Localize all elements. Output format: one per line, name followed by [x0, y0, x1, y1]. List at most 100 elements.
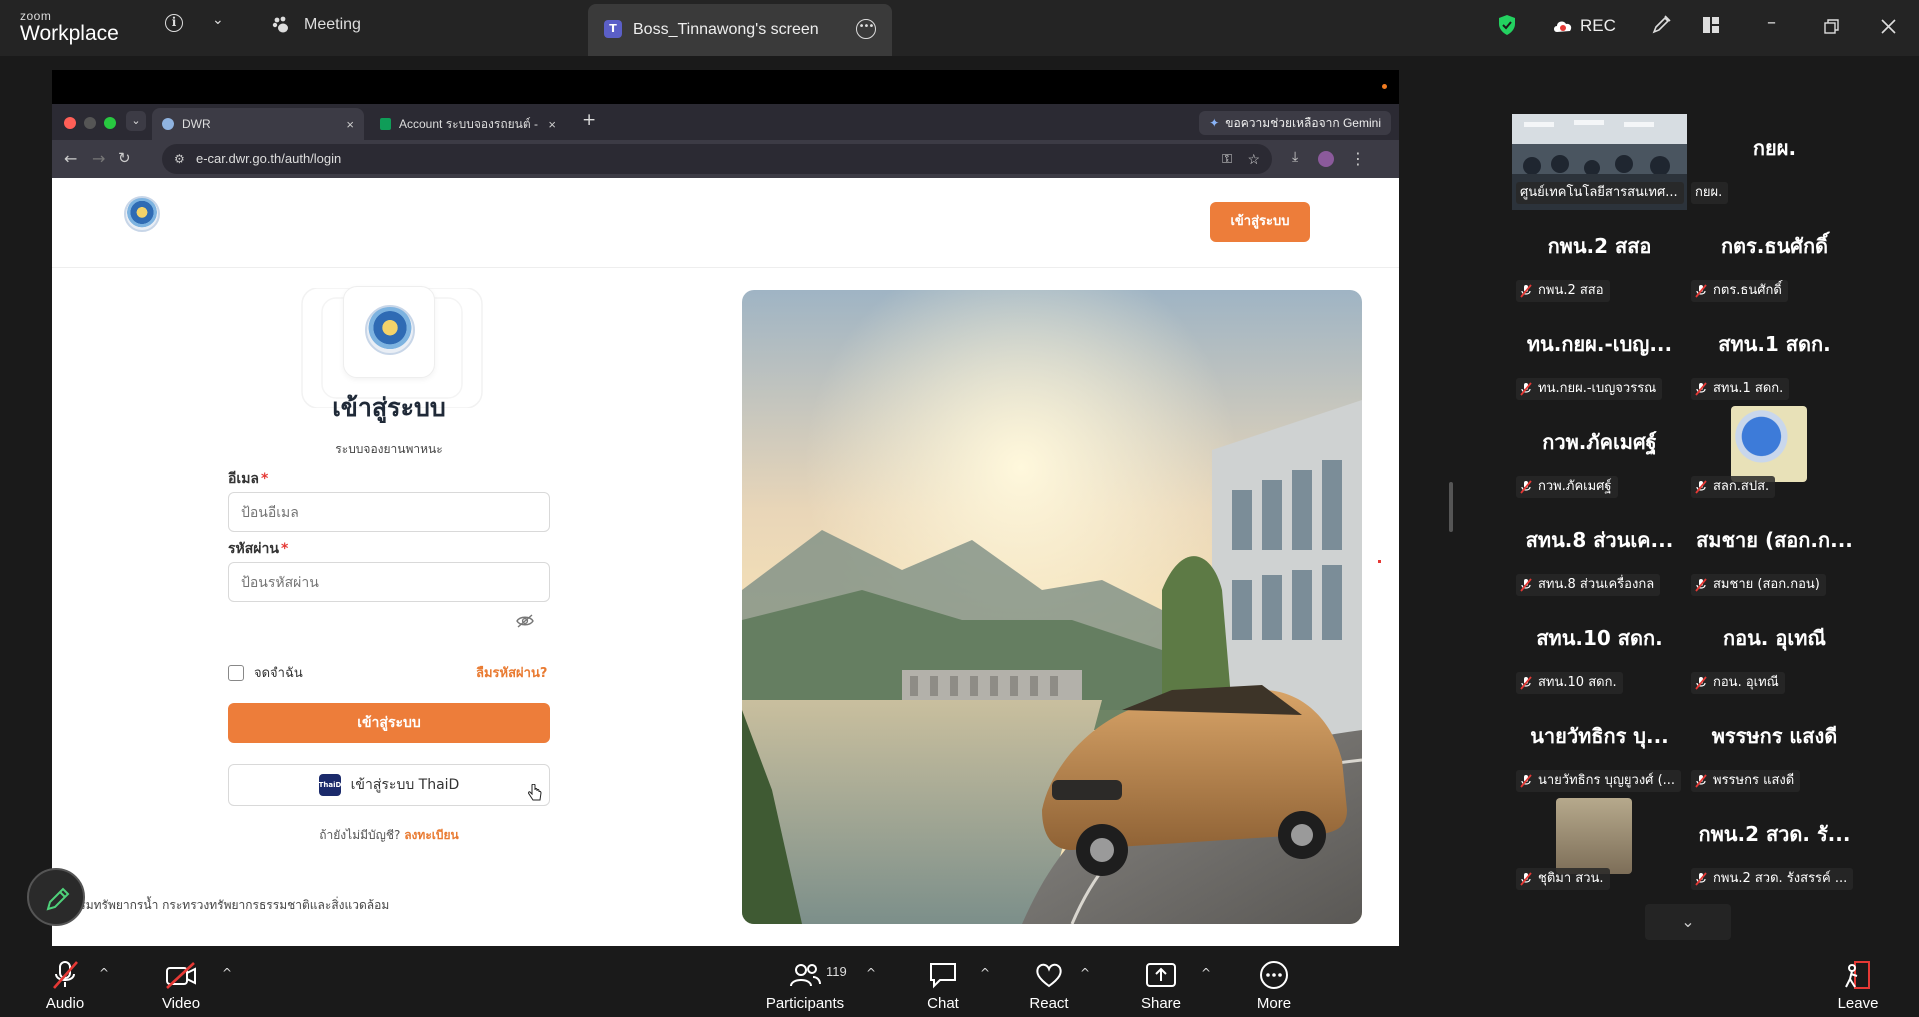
participant-display-name: สทน.10 สดก. [1536, 626, 1663, 650]
browser-toolbar: ← → ↻ ⚙ e-car.dwr.go.th/auth/login ⚿ ☆ ⤓… [52, 140, 1399, 178]
tab-search-chevron-icon[interactable]: ⌄ [126, 111, 146, 131]
audio-label: Audio [45, 995, 85, 1012]
login-submit-button[interactable]: เข้าสู่ระบบ [228, 703, 550, 743]
annotation-pencil-button[interactable] [27, 868, 85, 926]
hide-password-eye-icon[interactable] [516, 614, 534, 628]
participant-tile[interactable]: นายวัทธิกร บุ... นายวัทธิกร บุญยูวงศ์ (..… [1512, 702, 1687, 798]
close-window-dot[interactable] [64, 117, 76, 129]
logo-line-zoom: zoom [20, 9, 52, 23]
maximize-window-dot[interactable] [104, 117, 116, 129]
restore-window-icon[interactable] [1824, 19, 1839, 34]
annotate-pen-icon[interactable] [1651, 15, 1671, 35]
remember-me-label: จดจำฉัน [254, 666, 303, 681]
leave-button[interactable]: Leave [1818, 960, 1898, 1012]
address-bar[interactable]: ⚙ e-car.dwr.go.th/auth/login ⚿ ☆ [162, 144, 1272, 174]
participant-tile[interactable]: กยผ. กยผ. [1687, 114, 1862, 210]
recording-indicator[interactable]: REC [1552, 16, 1616, 36]
participant-tile[interactable]: สทน.8 ส่วนเค... สทน.8 ส่วนเครื่องกล [1512, 506, 1687, 602]
password-key-icon[interactable]: ⚿ [1222, 144, 1232, 174]
password-label-text: รหัสผ่าน [228, 541, 279, 557]
participant-tile[interactable]: สลก.สปส. [1687, 406, 1862, 504]
participant-tile[interactable]: พรรษกร แสงดี พรรษกร แสงดี [1687, 702, 1862, 798]
download-icon[interactable]: ⤓ [1292, 149, 1298, 165]
more-options-icon[interactable]: ••• [856, 19, 876, 39]
participant-display-name: กอน. อุเทณี [1723, 626, 1826, 650]
participant-tile[interactable]: สทน.1 สดก. สทน.1 สดก. [1687, 310, 1862, 406]
forward-arrow-icon[interactable]: → [92, 149, 105, 168]
header-login-button[interactable]: เข้าสู่ระบบ [1210, 202, 1310, 242]
password-input[interactable] [228, 562, 550, 602]
teams-badge-icon: T [604, 20, 622, 38]
participant-display-name: กตร.ธนศักดิ์ [1720, 234, 1829, 258]
site-settings-icon[interactable]: ⚙ [174, 144, 185, 174]
register-link[interactable]: ลงทะเบียน [404, 828, 459, 842]
required-mark: * [261, 471, 269, 487]
participant-avatar [1731, 406, 1807, 482]
chat-options-caret-icon[interactable]: ^ [980, 966, 990, 980]
chat-button[interactable]: Chat [903, 960, 983, 1012]
leave-label: Leave [1837, 995, 1879, 1012]
thaid-login-button[interactable]: ThaiD เข้าสู่ระบบ ThaiD [228, 764, 550, 806]
activity-dot [1382, 84, 1387, 89]
browser-tab-sheets[interactable]: Account ระบบจองรถยนต์ - Goo × [370, 108, 566, 140]
participant-tile[interactable]: ชุติมา สวน. [1512, 798, 1687, 896]
participant-name-tag: กตร.ธนศักดิ์ [1691, 280, 1788, 302]
back-arrow-icon[interactable]: ← [64, 149, 77, 168]
participant-tile[interactable]: ศูนย์เทคโนโลยีสารสนเทศ... [1512, 114, 1687, 210]
chevron-down-icon[interactable]: ⌄ [212, 12, 224, 28]
participants-options-caret-icon[interactable]: ^ [866, 966, 876, 980]
dwr-logo-icon[interactable] [124, 196, 160, 232]
participant-name-tag: สทน.10 สดก. [1516, 672, 1623, 694]
view-layout-icon[interactable] [1702, 16, 1720, 34]
audio-button[interactable]: Audio [25, 960, 105, 1012]
share-options-caret-icon[interactable]: ^ [1201, 966, 1211, 980]
minimize-window-dot[interactable] [84, 117, 96, 129]
remember-me[interactable]: จดจำฉัน [228, 662, 303, 683]
react-options-caret-icon[interactable]: ^ [1080, 966, 1090, 980]
participant-tile[interactable]: ทน.กยผ.-เบญ... ทน.กยผ.-เบญจวรรณ [1512, 310, 1687, 406]
close-icon[interactable] [1881, 19, 1896, 34]
react-button[interactable]: React [1009, 960, 1089, 1012]
participant-tile[interactable]: กตร.ธนศักดิ์ กตร.ธนศักดิ์ [1687, 212, 1862, 308]
audio-options-caret-icon[interactable]: ^ [99, 966, 109, 980]
meeting-info-icon[interactable]: i [165, 14, 183, 32]
participant-tile[interactable]: กพน.2 สวด. รั... กพน.2 สวด. รังสรรค์ ... [1687, 800, 1862, 896]
email-input[interactable] [228, 492, 550, 532]
video-options-caret-icon[interactable]: ^ [222, 966, 232, 980]
mic-muted-icon [1695, 382, 1707, 396]
browser-tab-strip: ⌄ DWR × Account ระบบจองรถยนต์ - Goo × + … [52, 104, 1399, 140]
tab-meeting[interactable]: Meeting [272, 16, 361, 34]
participant-name-tag: นายวัทธิกร บุญยูวงศ์ (... [1516, 770, 1682, 792]
share-button[interactable]: Share [1121, 960, 1201, 1012]
participant-tile[interactable]: กวพ.ภัคเมศฐ์ กวพ.ภัคเมศฐ์ [1512, 408, 1687, 504]
participant-tile[interactable]: สทน.10 สดก. สทน.10 สดก. [1512, 604, 1687, 700]
bookmark-star-icon[interactable]: ☆ [1247, 144, 1260, 174]
video-button[interactable]: Video [141, 960, 221, 1012]
gallery-next-page-chevron-icon[interactable]: ⌄ [1645, 904, 1731, 940]
mic-muted-icon [1520, 578, 1532, 592]
browser-menu-icon[interactable]: ⋮ [1350, 149, 1366, 168]
mic-muted-icon [1520, 872, 1532, 886]
mic-muted-icon [1695, 578, 1707, 592]
gallery-scrollbar[interactable] [1449, 482, 1453, 532]
remember-me-checkbox[interactable] [228, 664, 244, 681]
login-logo-card [343, 286, 435, 378]
rec-label: REC [1580, 16, 1616, 35]
security-shield-icon[interactable] [1497, 14, 1517, 36]
tab-shared-screen[interactable]: T Boss_Tinnawong's screen ••• [588, 4, 892, 56]
participant-tile[interactable]: สมชาย (สอก.ก... สมชาย (สอก.กอน) [1687, 506, 1862, 602]
participant-tile[interactable]: กพน.2 สสอ กพน.2 สสอ [1512, 212, 1687, 308]
gemini-help-chip[interactable]: ✦ ขอความช่วยเหลือจาก Gemini [1199, 111, 1391, 135]
participant-display-name: กพน.2 สสอ [1547, 234, 1652, 258]
browser-tab-dwr[interactable]: DWR × [152, 108, 364, 140]
mic-muted-icon [1695, 774, 1707, 788]
minimize-icon[interactable]: – [1767, 12, 1776, 33]
participant-tile[interactable]: กอน. อุเทณี กอน. อุเทณี [1687, 604, 1862, 700]
new-tab-icon[interactable]: + [582, 110, 596, 130]
profile-avatar-icon[interactable] [1318, 151, 1334, 167]
reload-icon[interactable]: ↻ [118, 149, 131, 167]
more-button[interactable]: More [1234, 960, 1314, 1012]
close-tab-icon[interactable]: × [346, 117, 354, 132]
forgot-password-link[interactable]: ลืมรหัสผ่าน? [476, 662, 547, 683]
close-tab-icon[interactable]: × [548, 117, 556, 132]
